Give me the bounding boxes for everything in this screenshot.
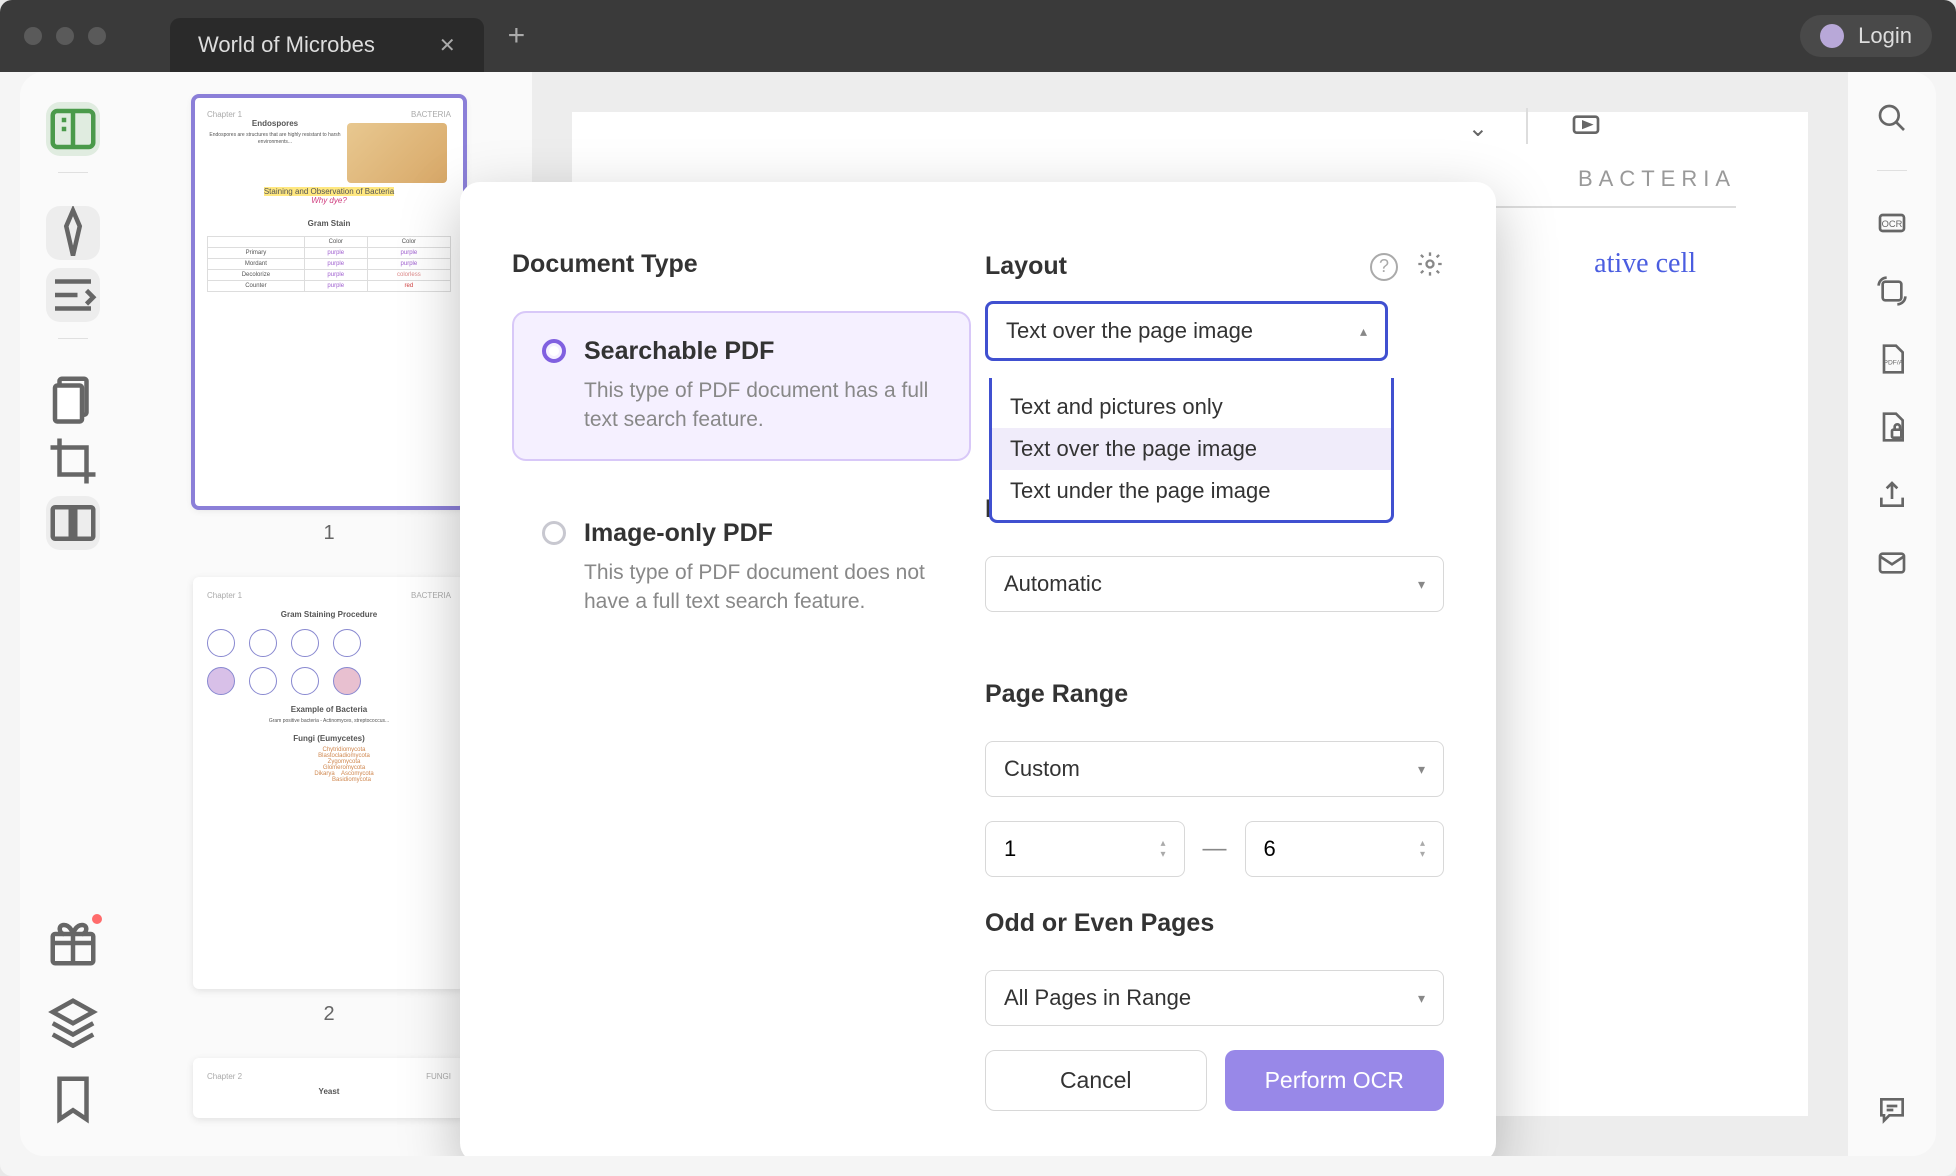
document-type-label: Document Type [512, 250, 971, 279]
titlebar: World of Microbes ✕ + Login [0, 0, 1956, 72]
spinner-icon[interactable]: ▴▾ [1160, 838, 1165, 860]
avatar-icon [1820, 24, 1844, 48]
range-start-input[interactable]: 1 ▴▾ [985, 821, 1185, 877]
close-tab-icon[interactable]: ✕ [439, 33, 456, 58]
gear-icon[interactable] [1416, 250, 1444, 283]
odd-even-select[interactable]: All Pages in Range ▾ [985, 970, 1444, 1026]
close-window-button[interactable] [24, 27, 42, 45]
maximize-window-button[interactable] [88, 27, 106, 45]
image-resolution-select[interactable]: Automatic ▾ [985, 556, 1444, 612]
layout-option-text-pictures[interactable]: Text and pictures only [992, 386, 1391, 428]
spinner-icon[interactable]: ▴▾ [1420, 838, 1425, 860]
chevron-down-icon: ▾ [1418, 990, 1425, 1007]
imageonly-title: Image-only PDF [584, 519, 941, 548]
login-label: Login [1858, 23, 1912, 49]
radio-checked-icon [542, 339, 566, 363]
page-range-label: Page Range [985, 680, 1444, 709]
searchable-pdf-option[interactable]: Searchable PDF This type of PDF document… [512, 311, 971, 461]
login-button[interactable]: Login [1800, 15, 1932, 57]
cancel-button[interactable]: Cancel [985, 1050, 1207, 1111]
perform-ocr-button[interactable]: Perform OCR [1225, 1050, 1445, 1111]
chevron-down-icon: ▾ [1418, 576, 1425, 593]
page-range-select[interactable]: Custom ▾ [985, 741, 1444, 797]
minimize-window-button[interactable] [56, 27, 74, 45]
chevron-up-icon: ▴ [1360, 323, 1367, 340]
layout-option-text-over[interactable]: Text over the page image [992, 428, 1391, 470]
layout-select[interactable]: Text over the page image ▴ [985, 301, 1388, 361]
searchable-title: Searchable PDF [584, 337, 941, 366]
tab-title: World of Microbes [198, 32, 375, 58]
range-end-input[interactable]: 6 ▴▾ [1245, 821, 1445, 877]
ocr-modal-overlay: Document Type Searchable PDF This type o… [20, 72, 1936, 1156]
ocr-modal: Document Type Searchable PDF This type o… [460, 182, 1496, 1156]
searchable-desc: This type of PDF document has a full tex… [584, 376, 941, 435]
document-tab[interactable]: World of Microbes ✕ [170, 18, 484, 72]
help-icon[interactable]: ? [1370, 253, 1398, 281]
new-tab-button[interactable]: + [508, 19, 526, 53]
layout-dropdown: Text and pictures only Text over the pag… [989, 378, 1394, 523]
chevron-down-icon: ▾ [1418, 761, 1425, 778]
radio-unchecked-icon [542, 521, 566, 545]
imageonly-desc: This type of PDF document does not have … [584, 558, 941, 617]
image-only-pdf-option[interactable]: Image-only PDF This type of PDF document… [512, 493, 971, 643]
layout-option-text-under[interactable]: Text under the page image [992, 470, 1391, 512]
odd-even-label: Odd or Even Pages [985, 909, 1444, 938]
layout-label: Layout [985, 252, 1067, 281]
